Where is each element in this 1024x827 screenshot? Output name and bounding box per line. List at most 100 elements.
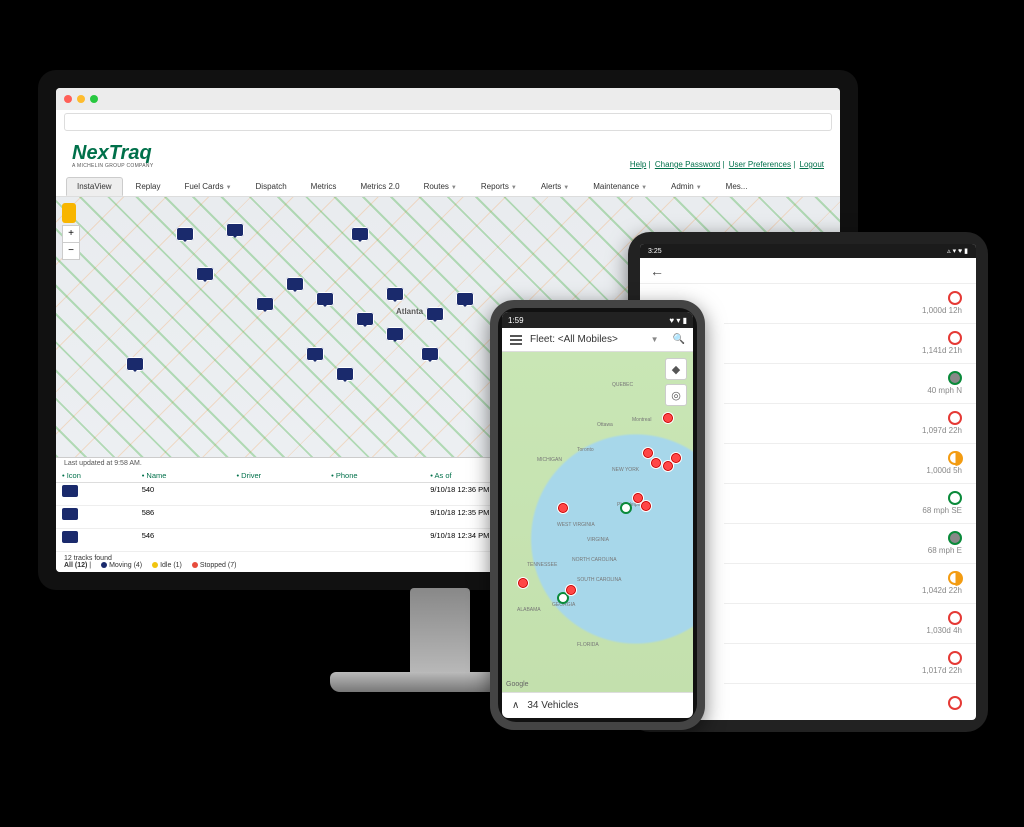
chevron-up-icon[interactable]: ∧ (512, 700, 519, 711)
phone-bottom-sheet[interactable]: ∧ 34 Vehicles (502, 692, 693, 718)
status-orange-icon (948, 571, 962, 585)
nav-alerts[interactable]: Alerts▼ (530, 177, 580, 196)
vehicle-meta: 1,017d 22h (922, 667, 962, 676)
back-icon[interactable]: ← (650, 263, 664, 279)
vehicle-pin[interactable] (565, 584, 577, 596)
vehicle-marker[interactable] (356, 312, 374, 326)
vehicle-marker[interactable] (306, 347, 324, 361)
map-label: QUEBEC (612, 382, 633, 388)
map-label: Toronto (577, 447, 594, 453)
window-max-dot[interactable] (90, 95, 98, 103)
vehicle-marker[interactable] (126, 357, 144, 371)
vehicle-marker[interactable] (196, 267, 214, 281)
browser-url-bar[interactable] (64, 113, 832, 131)
list-item[interactable]: 68 mph SE (724, 484, 976, 524)
phone-map[interactable]: ◆ ◎ QUEBEC Ottawa Montreal Toronto MICHI… (502, 352, 693, 692)
nav-admin[interactable]: Admin▼ (660, 177, 713, 196)
vehicle-marker[interactable] (351, 227, 369, 241)
list-item[interactable]: 1,141d 21h (724, 324, 976, 364)
browser-chrome (56, 88, 840, 110)
vehicle-pin[interactable] (517, 577, 529, 589)
truck-icon (62, 508, 78, 520)
col-phone[interactable]: Phone (325, 469, 424, 483)
fleet-dropdown-icon[interactable]: ▼ (651, 335, 659, 344)
legend-moving[interactable]: Moving (4) (109, 562, 142, 569)
monitor-stand-neck (410, 588, 470, 678)
list-item[interactable]: 40 mph N (724, 364, 976, 404)
col-driver[interactable]: Driver (230, 469, 325, 483)
zoom-out-button[interactable]: − (63, 243, 79, 259)
phone-app-bar: Fleet: <All Mobiles> ▼ 🔍 (502, 328, 693, 352)
list-item[interactable]: 1,000d 5h (724, 444, 976, 484)
list-item[interactable]: 1,042d 22h (724, 564, 976, 604)
list-item[interactable]: 68 mph E (724, 524, 976, 564)
list-item[interactable]: 1,030d 4h (724, 604, 976, 644)
header-link-logout[interactable]: Logout (800, 160, 824, 169)
hamburger-icon[interactable] (510, 335, 522, 345)
pegman-icon[interactable] (62, 203, 76, 223)
nav-metrics[interactable]: Metrics (300, 177, 348, 196)
list-item[interactable]: 1,097d 22h (724, 404, 976, 444)
status-red-icon (948, 411, 962, 425)
vehicle-marker[interactable] (176, 227, 194, 241)
vehicle-marker[interactable] (226, 223, 244, 237)
map-label: NEW YORK (612, 467, 639, 473)
nav-instaview[interactable]: InstaView (66, 177, 123, 196)
locate-icon[interactable]: ◎ (665, 384, 687, 406)
col-name[interactable]: Name (136, 469, 231, 483)
nav-reports[interactable]: Reports▼ (470, 177, 528, 196)
status-red-icon (948, 291, 962, 305)
header-link-user-preferences[interactable]: User Preferences (729, 160, 791, 169)
list-item[interactable] (724, 684, 976, 720)
vehicle-meta: 1,042d 22h (922, 587, 962, 596)
vehicle-pin[interactable] (662, 412, 674, 424)
map-label: Montreal (632, 417, 651, 423)
vehicle-pin[interactable] (650, 457, 662, 469)
vehicle-marker[interactable] (421, 347, 439, 361)
cell-driver (230, 483, 325, 506)
tablet-status-icons: ▵ ▾ ♥ ▮ (947, 247, 968, 255)
list-item[interactable]: 1,000d 12h (724, 284, 976, 324)
chevron-down-icon: ▼ (451, 185, 457, 191)
legend-idle[interactable]: Idle (1) (160, 562, 182, 569)
zoom-in-button[interactable]: + (63, 226, 79, 243)
vehicle-pin[interactable] (557, 502, 569, 514)
vehicle-marker[interactable] (336, 367, 354, 381)
nav-mes-[interactable]: Mes... (715, 177, 759, 196)
phone-status-icons: ♥ ▾ ▮ (669, 316, 687, 325)
status-green-icon (948, 491, 962, 505)
nav-metrics-2-0[interactable]: Metrics 2.0 (349, 177, 410, 196)
layers-icon[interactable]: ◆ (665, 358, 687, 380)
nav-maintenance[interactable]: Maintenance▼ (582, 177, 658, 196)
cell-driver (230, 506, 325, 529)
vehicle-marker[interactable] (386, 287, 404, 301)
nav-routes[interactable]: Routes▼ (413, 177, 468, 196)
legend-stopped[interactable]: Stopped (7) (200, 562, 237, 569)
header-link-help[interactable]: Help (630, 160, 646, 169)
fleet-selector[interactable]: Fleet: <All Mobiles> (530, 334, 643, 345)
window-min-dot[interactable] (77, 95, 85, 103)
nav-dispatch[interactable]: Dispatch (245, 177, 298, 196)
vehicle-marker[interactable] (316, 292, 334, 306)
vehicle-marker[interactable] (256, 297, 274, 311)
nav-replay[interactable]: Replay (125, 177, 172, 196)
nav-fuel-cards[interactable]: Fuel Cards▼ (173, 177, 242, 196)
vehicle-marker[interactable] (426, 307, 444, 321)
list-item[interactable]: 1,017d 22h (724, 644, 976, 684)
tablet-clock: 3:25 (648, 248, 662, 255)
vehicle-marker[interactable] (386, 327, 404, 341)
chevron-down-icon: ▼ (563, 185, 569, 191)
vehicle-pin[interactable] (670, 452, 682, 464)
map-city-label: Atlanta (396, 307, 423, 316)
col-icon[interactable]: Icon (56, 469, 136, 483)
vehicle-marker[interactable] (456, 292, 474, 306)
vehicle-meta: 1,141d 21h (922, 347, 962, 356)
legend-all[interactable]: All (12) (64, 562, 87, 569)
vehicle-marker[interactable] (286, 277, 304, 291)
tablet-back-bar: ← (640, 258, 976, 284)
vehicle-pin[interactable] (620, 502, 632, 514)
header-link-change-password[interactable]: Change Password (655, 160, 720, 169)
search-icon[interactable]: 🔍 (673, 334, 685, 345)
vehicle-pin[interactable] (640, 500, 652, 512)
window-close-dot[interactable] (64, 95, 72, 103)
